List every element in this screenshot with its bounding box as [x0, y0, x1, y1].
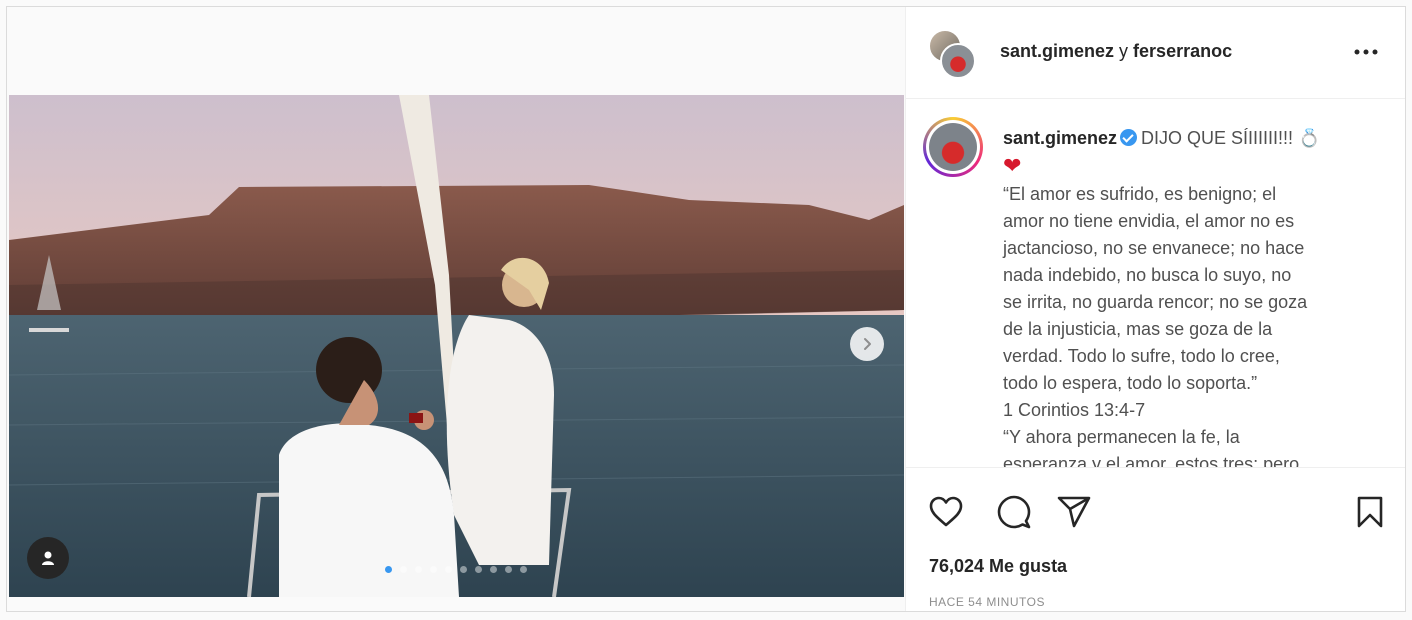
send-icon — [1057, 496, 1091, 528]
carousel-dot — [505, 566, 512, 573]
user-tag-icon — [42, 551, 54, 565]
comment-icon — [997, 495, 1031, 529]
author-link-1[interactable]: sant.gimenez — [1000, 41, 1114, 61]
post-authors: sant.gimenez y ferserranoc — [1000, 41, 1232, 62]
post-timestamp[interactable]: HACE 54 MINUTOS — [929, 595, 1045, 609]
heart-icon — [929, 496, 963, 527]
post-caption: sant.gimenez DIJO QUE SÍIIIIII!!! 💍 ❤ “El… — [1003, 125, 1373, 467]
carousel-dot — [475, 566, 482, 573]
like-button[interactable] — [926, 492, 966, 532]
caption-headline: DIJO QUE SÍIIIIII!!! — [1141, 128, 1294, 148]
carousel-dot — [445, 566, 452, 573]
avatar — [940, 43, 976, 79]
caption-line: todo lo espera, todo lo soporta.” — [1003, 373, 1258, 393]
ring-icon: 💍 — [1298, 128, 1321, 148]
caption-line: jactancioso, no se envanece; no hace — [1003, 238, 1305, 258]
carousel-next-button[interactable] — [850, 327, 884, 361]
caption-line: de la injusticia, mas se goza de la — [1003, 319, 1273, 339]
more-options-button[interactable] — [1346, 37, 1386, 67]
caption-line: “Y ahora permanecen la fe, la — [1003, 427, 1240, 447]
post-header: sant.gimenez y ferserranoc — [906, 7, 1405, 99]
story-ring-avatar[interactable] — [923, 117, 983, 177]
caption-line: 1 Corintios 13:4-7 — [1003, 400, 1146, 420]
caption-body: “El amor es sufrido, es benigno; el amor … — [1003, 181, 1373, 467]
caption-line: verdad. Todo lo sufre, todo lo cree, — [1003, 346, 1280, 366]
actions-bar: 76,024 Me gusta HACE 54 MINUTOS — [906, 467, 1405, 611]
more-horizontal-icon — [1354, 49, 1378, 55]
instagram-post: sant.gimenez y ferserranoc sant.gimenez D… — [6, 6, 1406, 612]
carousel-dot — [490, 566, 497, 573]
chevron-right-icon — [864, 338, 871, 350]
carousel-dot — [430, 566, 437, 573]
caption-line: nada indebido, no busca lo suyo, no — [1003, 265, 1292, 285]
post-photo[interactable] — [9, 95, 904, 597]
verified-badge-icon — [1120, 129, 1138, 146]
caption-line: esperanza y el amor, estos tres; pero — [1003, 454, 1300, 467]
share-button[interactable] — [1054, 492, 1094, 532]
carousel-dot — [460, 566, 467, 573]
likes-count[interactable]: 76,024 Me gusta — [929, 556, 1067, 577]
heart-emoji-icon: ❤ — [1003, 153, 1022, 178]
save-button[interactable] — [1350, 492, 1390, 532]
media-area — [7, 7, 906, 611]
carousel-dot — [385, 566, 392, 573]
caption-username[interactable]: sant.gimenez — [1003, 128, 1117, 148]
caption-line: “El amor es sufrido, es benigno; el — [1003, 184, 1277, 204]
post-sidebar: sant.gimenez y ferserranoc sant.gimenez D… — [906, 7, 1405, 611]
carousel-indicator — [385, 566, 527, 573]
author-separator: y — [1114, 41, 1134, 61]
comment-button[interactable] — [994, 492, 1034, 532]
collab-avatars[interactable] — [928, 29, 978, 79]
caption-line: se irrita, no guarda rencor; no se goza — [1003, 292, 1308, 312]
user-tags-button[interactable] — [27, 537, 69, 579]
bookmark-icon — [1357, 496, 1383, 528]
caption-line: amor no tiene envidia, el amor no es — [1003, 211, 1295, 231]
carousel-dot — [400, 566, 407, 573]
carousel-dot — [415, 566, 422, 573]
avatar — [929, 123, 977, 171]
carousel-dot — [520, 566, 527, 573]
author-link-2[interactable]: ferserranoc — [1133, 41, 1232, 61]
caption-area: sant.gimenez DIJO QUE SÍIIIIII!!! 💍 ❤ “El… — [906, 99, 1405, 467]
